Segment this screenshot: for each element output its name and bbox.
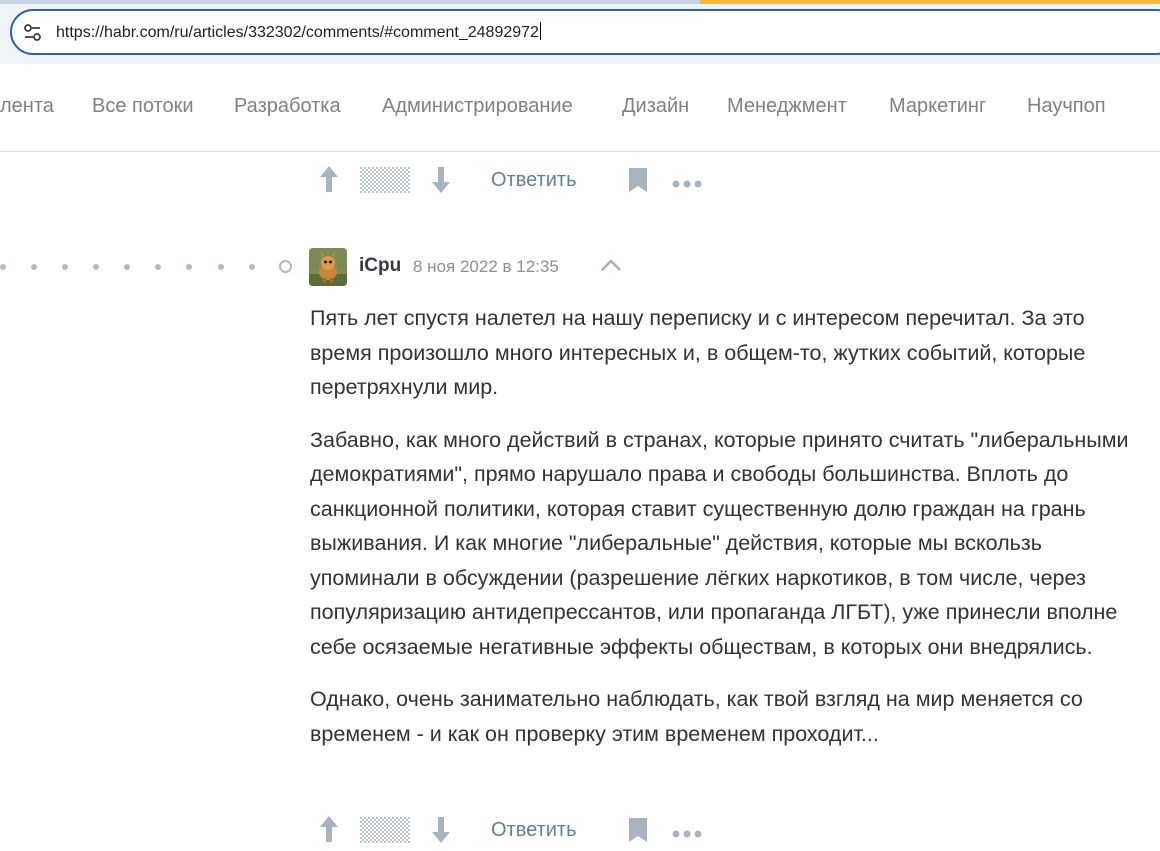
nav-item-administration[interactable]: Администрирование — [382, 95, 573, 118]
comment-author[interactable]: iCpu — [359, 255, 401, 277]
more-icon[interactable] — [672, 825, 702, 843]
url-field[interactable]: https://habr.com/ru/articles/332302/comm… — [56, 22, 541, 42]
nav-item-popsci[interactable]: Научпоп — [1027, 95, 1106, 118]
bookmark-icon[interactable] — [628, 167, 648, 198]
nav-item-marketing[interactable]: Маркетинг — [889, 95, 986, 118]
comment-timestamp[interactable]: 8 ноя 2022 в 12:35 — [413, 257, 559, 277]
comment-body: Пять лет спустя налетел на нашу переписк… — [310, 301, 1140, 769]
hub-navigation: лента Все потоки Разработка Администриро… — [0, 64, 1160, 152]
tab-strip-active-edge — [700, 0, 1160, 4]
more-icon[interactable] — [672, 175, 702, 193]
url-text: https://habr.com/ru/articles/332302/comm… — [56, 24, 539, 41]
chevron-up-icon[interactable] — [600, 258, 622, 277]
thread-indent-dots — [0, 260, 300, 274]
nav-item-development[interactable]: Разработка — [234, 95, 341, 118]
arrow-down-icon[interactable] — [431, 166, 451, 199]
thread-dot — [31, 264, 37, 270]
thread-dot — [249, 264, 255, 270]
hidden-rating-icon — [360, 817, 410, 848]
thread-dot — [0, 264, 6, 270]
nav-item-management[interactable]: Менеджмент — [727, 95, 847, 118]
thread-current-ring[interactable] — [279, 260, 292, 273]
bookmark-icon[interactable] — [628, 817, 648, 848]
thread-dot — [124, 264, 130, 270]
comment-paragraph: Пять лет спустя налетел на нашу переписк… — [310, 306, 1086, 399]
nav-item-feed[interactable]: лента — [0, 95, 54, 118]
tune-icon[interactable] — [22, 23, 44, 43]
avatar[interactable] — [309, 248, 347, 286]
comment-actions-previous: Ответить — [310, 161, 730, 201]
nav-item-design[interactable]: Дизайн — [622, 95, 689, 118]
browser-toolbar: https://habr.com/ru/articles/332302/comm… — [0, 0, 1160, 64]
thread-dot — [93, 264, 99, 270]
hidden-rating-icon — [360, 167, 410, 198]
arrow-down-icon[interactable] — [431, 816, 451, 849]
comment-actions: Ответить — [310, 811, 730, 851]
text-caret — [539, 22, 541, 40]
reply-button[interactable]: Ответить — [491, 819, 577, 842]
reply-button[interactable]: Ответить — [491, 169, 577, 192]
thread-dot — [62, 264, 68, 270]
arrow-up-icon[interactable] — [319, 815, 339, 848]
thread-dot — [186, 264, 192, 270]
comment-paragraph: Однако, очень занимательно наблюдать, ка… — [310, 687, 1083, 746]
comment-paragraph: Забавно, как много действий в странах, к… — [310, 427, 1129, 659]
arrow-up-icon[interactable] — [319, 165, 339, 198]
address-bar[interactable]: https://habr.com/ru/articles/332302/comm… — [10, 9, 1160, 55]
tab-strip-edge — [0, 0, 700, 4]
thread-dot — [155, 264, 161, 270]
thread-dot — [218, 264, 224, 270]
nav-item-all-flows[interactable]: Все потоки — [92, 95, 194, 118]
